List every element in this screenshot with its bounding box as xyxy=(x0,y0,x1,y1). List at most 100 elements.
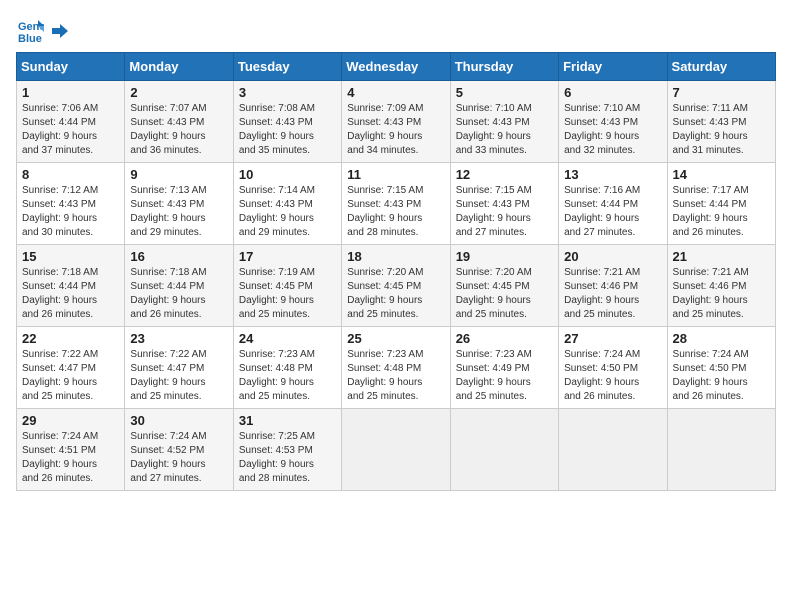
day-number: 16 xyxy=(130,249,227,264)
calendar-week-row: 15 Sunrise: 7:18 AM Sunset: 4:44 PM Dayli… xyxy=(17,245,776,327)
calendar-week-row: 1 Sunrise: 7:06 AM Sunset: 4:44 PM Daylig… xyxy=(17,81,776,163)
day-number: 19 xyxy=(456,249,553,264)
day-info: Sunrise: 7:24 AM Sunset: 4:52 PM Dayligh… xyxy=(130,430,227,486)
day-number: 31 xyxy=(239,413,336,428)
calendar-day-cell: 29 Sunrise: 7:24 AM Sunset: 4:51 PM Dayli… xyxy=(17,409,125,491)
day-number: 15 xyxy=(22,249,119,264)
day-number: 2 xyxy=(130,85,227,100)
day-number: 10 xyxy=(239,167,336,182)
day-number: 22 xyxy=(22,331,119,346)
calendar-day-cell xyxy=(450,409,558,491)
day-number: 1 xyxy=(22,85,119,100)
day-info: Sunrise: 7:20 AM Sunset: 4:45 PM Dayligh… xyxy=(456,266,553,322)
calendar-week-row: 22 Sunrise: 7:22 AM Sunset: 4:47 PM Dayli… xyxy=(17,327,776,409)
calendar-day-header: Wednesday xyxy=(342,53,450,81)
day-info: Sunrise: 7:23 AM Sunset: 4:49 PM Dayligh… xyxy=(456,348,553,404)
day-info: Sunrise: 7:24 AM Sunset: 4:50 PM Dayligh… xyxy=(564,348,661,404)
day-number: 11 xyxy=(347,167,444,182)
calendar-day-cell: 6 Sunrise: 7:10 AM Sunset: 4:43 PM Daylig… xyxy=(559,81,667,163)
calendar-day-cell: 21Sunrise: 7:21 AM Sunset: 4:46 PM Dayli… xyxy=(667,245,775,327)
day-number: 5 xyxy=(456,85,553,100)
day-info: Sunrise: 7:22 AM Sunset: 4:47 PM Dayligh… xyxy=(130,348,227,404)
day-info: Sunrise: 7:23 AM Sunset: 4:48 PM Dayligh… xyxy=(347,348,444,404)
day-number: 8 xyxy=(22,167,119,182)
calendar-day-cell: 22 Sunrise: 7:22 AM Sunset: 4:47 PM Dayli… xyxy=(17,327,125,409)
day-number: 4 xyxy=(347,85,444,100)
day-info: Sunrise: 7:10 AM Sunset: 4:43 PM Dayligh… xyxy=(456,102,553,158)
calendar-day-cell: 27 Sunrise: 7:24 AM Sunset: 4:50 PM Dayli… xyxy=(559,327,667,409)
logo: General Blue xyxy=(16,16,68,44)
calendar-day-cell: 25Sunrise: 7:23 AM Sunset: 4:48 PM Dayli… xyxy=(342,327,450,409)
day-info: Sunrise: 7:14 AM Sunset: 4:43 PM Dayligh… xyxy=(239,184,336,240)
calendar-day-cell: 10 Sunrise: 7:14 AM Sunset: 4:43 PM Dayli… xyxy=(233,163,341,245)
calendar-day-cell: 12 Sunrise: 7:15 AM Sunset: 4:43 PM Dayli… xyxy=(450,163,558,245)
day-number: 17 xyxy=(239,249,336,264)
calendar-day-header: Sunday xyxy=(17,53,125,81)
calendar-day-cell: 24 Sunrise: 7:23 AM Sunset: 4:48 PM Dayli… xyxy=(233,327,341,409)
day-info: Sunrise: 7:08 AM Sunset: 4:43 PM Dayligh… xyxy=(239,102,336,158)
calendar-day-cell: 3 Sunrise: 7:08 AM Sunset: 4:43 PM Daylig… xyxy=(233,81,341,163)
day-info: Sunrise: 7:24 AM Sunset: 4:51 PM Dayligh… xyxy=(22,430,119,486)
header: General Blue xyxy=(16,16,776,44)
day-info: Sunrise: 7:24 AM Sunset: 4:50 PM Dayligh… xyxy=(673,348,770,404)
day-number: 20 xyxy=(564,249,661,264)
svg-text:Blue: Blue xyxy=(18,33,42,44)
day-number: 6 xyxy=(564,85,661,100)
day-number: 27 xyxy=(564,331,661,346)
calendar-day-cell: 26Sunrise: 7:23 AM Sunset: 4:49 PM Dayli… xyxy=(450,327,558,409)
day-info: Sunrise: 7:07 AM Sunset: 4:43 PM Dayligh… xyxy=(130,102,227,158)
calendar-day-cell: 23 Sunrise: 7:22 AM Sunset: 4:47 PM Dayli… xyxy=(125,327,233,409)
day-info: Sunrise: 7:19 AM Sunset: 4:45 PM Dayligh… xyxy=(239,266,336,322)
calendar-day-header: Tuesday xyxy=(233,53,341,81)
day-info: Sunrise: 7:12 AM Sunset: 4:43 PM Dayligh… xyxy=(22,184,119,240)
calendar-day-cell: 9 Sunrise: 7:13 AM Sunset: 4:43 PM Daylig… xyxy=(125,163,233,245)
calendar-day-cell: 7 Sunrise: 7:11 AM Sunset: 4:43 PM Daylig… xyxy=(667,81,775,163)
day-number: 12 xyxy=(456,167,553,182)
day-number: 28 xyxy=(673,331,770,346)
day-info: Sunrise: 7:15 AM Sunset: 4:43 PM Dayligh… xyxy=(347,184,444,240)
day-info: Sunrise: 7:11 AM Sunset: 4:43 PM Dayligh… xyxy=(673,102,770,158)
calendar-day-cell: 5 Sunrise: 7:10 AM Sunset: 4:43 PM Daylig… xyxy=(450,81,558,163)
calendar-day-cell xyxy=(667,409,775,491)
day-number: 23 xyxy=(130,331,227,346)
calendar-day-header: Friday xyxy=(559,53,667,81)
day-info: Sunrise: 7:18 AM Sunset: 4:44 PM Dayligh… xyxy=(22,266,119,322)
calendar-day-cell xyxy=(559,409,667,491)
day-info: Sunrise: 7:06 AM Sunset: 4:44 PM Dayligh… xyxy=(22,102,119,158)
day-info: Sunrise: 7:10 AM Sunset: 4:43 PM Dayligh… xyxy=(564,102,661,158)
calendar-day-cell: 8 Sunrise: 7:12 AM Sunset: 4:43 PM Daylig… xyxy=(17,163,125,245)
calendar-day-cell: 1 Sunrise: 7:06 AM Sunset: 4:44 PM Daylig… xyxy=(17,81,125,163)
calendar-day-cell: 17 Sunrise: 7:19 AM Sunset: 4:45 PM Dayli… xyxy=(233,245,341,327)
calendar-day-cell: 28 Sunrise: 7:24 AM Sunset: 4:50 PM Dayli… xyxy=(667,327,775,409)
calendar-table: SundayMondayTuesdayWednesdayThursdayFrid… xyxy=(16,52,776,491)
day-info: Sunrise: 7:23 AM Sunset: 4:48 PM Dayligh… xyxy=(239,348,336,404)
day-info: Sunrise: 7:20 AM Sunset: 4:45 PM Dayligh… xyxy=(347,266,444,322)
calendar-day-cell xyxy=(342,409,450,491)
day-info: Sunrise: 7:22 AM Sunset: 4:47 PM Dayligh… xyxy=(22,348,119,404)
calendar-day-cell: 13Sunrise: 7:16 AM Sunset: 4:44 PM Dayli… xyxy=(559,163,667,245)
day-number: 13 xyxy=(564,167,661,182)
calendar-day-cell: 31Sunrise: 7:25 AM Sunset: 4:53 PM Dayli… xyxy=(233,409,341,491)
day-info: Sunrise: 7:15 AM Sunset: 4:43 PM Dayligh… xyxy=(456,184,553,240)
day-number: 24 xyxy=(239,331,336,346)
day-number: 9 xyxy=(130,167,227,182)
calendar-body: 1 Sunrise: 7:06 AM Sunset: 4:44 PM Daylig… xyxy=(17,81,776,491)
calendar-day-header: Saturday xyxy=(667,53,775,81)
day-info: Sunrise: 7:21 AM Sunset: 4:46 PM Dayligh… xyxy=(564,266,661,322)
calendar-day-cell: 2 Sunrise: 7:07 AM Sunset: 4:43 PM Daylig… xyxy=(125,81,233,163)
day-number: 3 xyxy=(239,85,336,100)
day-number: 18 xyxy=(347,249,444,264)
day-number: 7 xyxy=(673,85,770,100)
calendar-day-cell: 14Sunrise: 7:17 AM Sunset: 4:44 PM Dayli… xyxy=(667,163,775,245)
day-info: Sunrise: 7:13 AM Sunset: 4:43 PM Dayligh… xyxy=(130,184,227,240)
day-info: Sunrise: 7:18 AM Sunset: 4:44 PM Dayligh… xyxy=(130,266,227,322)
day-number: 29 xyxy=(22,413,119,428)
calendar-day-cell: 19 Sunrise: 7:20 AM Sunset: 4:45 PM Dayli… xyxy=(450,245,558,327)
logo-chevron-icon xyxy=(50,22,68,40)
day-info: Sunrise: 7:09 AM Sunset: 4:43 PM Dayligh… xyxy=(347,102,444,158)
calendar-day-cell: 18 Sunrise: 7:20 AM Sunset: 4:45 PM Dayli… xyxy=(342,245,450,327)
calendar-day-cell: 16 Sunrise: 7:18 AM Sunset: 4:44 PM Dayli… xyxy=(125,245,233,327)
calendar-week-row: 8 Sunrise: 7:12 AM Sunset: 4:43 PM Daylig… xyxy=(17,163,776,245)
day-number: 21 xyxy=(673,249,770,264)
calendar-day-cell: 15 Sunrise: 7:18 AM Sunset: 4:44 PM Dayli… xyxy=(17,245,125,327)
